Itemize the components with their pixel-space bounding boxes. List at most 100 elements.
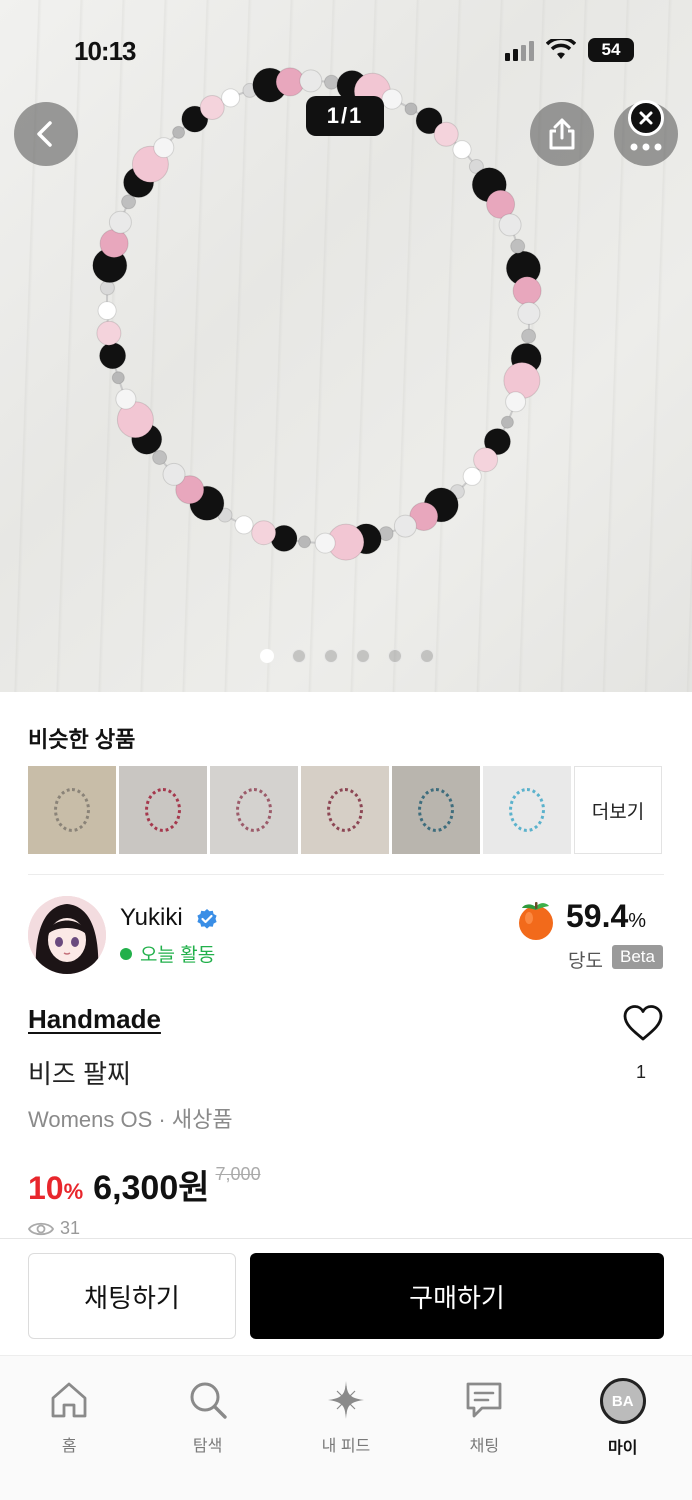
search-icon bbox=[190, 1382, 227, 1419]
pagination-dot[interactable] bbox=[356, 649, 370, 663]
pagination-dot[interactable] bbox=[260, 649, 274, 663]
persimmon-icon bbox=[519, 902, 553, 940]
heart-icon[interactable] bbox=[622, 1004, 664, 1042]
bead bbox=[505, 391, 527, 413]
price-row: 10% 6,300원 7,000 bbox=[28, 1160, 261, 1209]
bead bbox=[521, 328, 537, 344]
tab-home[interactable]: 홈 bbox=[0, 1356, 138, 1500]
tab-feed-label: 내 피드 bbox=[321, 1438, 371, 1455]
home-icon bbox=[51, 1382, 87, 1418]
bead bbox=[172, 125, 186, 139]
bead bbox=[251, 520, 277, 546]
bead bbox=[108, 210, 132, 234]
bead bbox=[510, 238, 526, 254]
tab-feed[interactable]: 내 피드 bbox=[277, 1356, 415, 1500]
activity-status: 오늘 활동 bbox=[120, 940, 215, 967]
tab-my[interactable]: BA 마이 bbox=[554, 1356, 692, 1500]
bead bbox=[512, 276, 542, 306]
see-more-button[interactable]: 더보기 bbox=[574, 766, 662, 854]
chat-icon bbox=[466, 1382, 502, 1418]
view-count: 31 bbox=[28, 1218, 80, 1239]
bead bbox=[314, 532, 336, 554]
similar-product-thumbnail[interactable] bbox=[483, 766, 571, 854]
sale-price: 6,300원 bbox=[93, 1169, 210, 1207]
buy-button[interactable]: 구매하기 bbox=[250, 1253, 664, 1339]
similar-product-thumbnail[interactable] bbox=[210, 766, 298, 854]
bracelet-thumbnail-image bbox=[54, 788, 90, 832]
bead bbox=[96, 320, 122, 346]
bead bbox=[298, 535, 311, 549]
brand-link[interactable]: Handmade bbox=[28, 1004, 161, 1035]
divider bbox=[28, 874, 664, 875]
seller-name[interactable]: Yukiki bbox=[120, 904, 183, 932]
battery-icon: 54 bbox=[588, 38, 634, 62]
online-dot-icon bbox=[120, 947, 132, 960]
bead bbox=[152, 450, 168, 465]
bead bbox=[498, 213, 522, 237]
chat-button[interactable]: 채팅하기 bbox=[28, 1253, 236, 1339]
signal-icon bbox=[505, 39, 534, 61]
share-icon bbox=[549, 118, 575, 150]
like-count: 1 bbox=[636, 1062, 647, 1082]
bottom-tab-bar: 홈 탐색 내 피드 채팅 BA 마이 bbox=[0, 1356, 692, 1500]
pagination-dot[interactable] bbox=[420, 649, 434, 663]
bead bbox=[473, 447, 499, 473]
bead bbox=[234, 515, 254, 535]
bracelet-thumbnail-image bbox=[327, 788, 363, 832]
bead bbox=[324, 74, 339, 90]
tab-search[interactable]: 탐색 bbox=[138, 1356, 276, 1500]
bead bbox=[503, 362, 541, 399]
bead bbox=[452, 140, 472, 160]
tab-my-label: 마이 bbox=[608, 1440, 638, 1457]
tab-chat[interactable]: 채팅 bbox=[415, 1356, 553, 1500]
product-image-gallery[interactable]: 10:13 54 1/1 bbox=[0, 0, 692, 692]
wifi-icon bbox=[546, 39, 576, 59]
bead bbox=[404, 102, 418, 116]
sweetness-unit: % bbox=[628, 910, 647, 932]
image-counter: 1/1 bbox=[306, 96, 384, 136]
sweetness-value: 59.4 bbox=[566, 898, 629, 934]
pagination-dots[interactable] bbox=[260, 649, 434, 663]
status-time: 10:13 bbox=[74, 36, 136, 66]
bead bbox=[115, 388, 137, 410]
bead bbox=[111, 371, 125, 385]
bead bbox=[500, 415, 514, 429]
pagination-dot[interactable] bbox=[324, 649, 338, 663]
similar-product-thumbnail[interactable] bbox=[119, 766, 207, 854]
back-button[interactable] bbox=[14, 102, 78, 166]
bead bbox=[393, 514, 417, 538]
share-button[interactable] bbox=[530, 102, 594, 166]
eye-icon bbox=[28, 1222, 54, 1235]
original-price: 7,000 bbox=[215, 1164, 261, 1184]
bead bbox=[99, 229, 129, 258]
my-avatar: BA bbox=[599, 1378, 646, 1424]
product-meta: Womens OS · 새상품 bbox=[28, 1107, 233, 1132]
close-button[interactable] bbox=[628, 100, 664, 136]
seller-avatar[interactable] bbox=[28, 896, 106, 974]
view-count-value: 31 bbox=[60, 1218, 81, 1238]
bracelet-thumbnail-image bbox=[509, 788, 545, 832]
close-icon bbox=[639, 111, 653, 125]
bead bbox=[99, 342, 127, 370]
activity-label: 오늘 활동 bbox=[140, 945, 216, 966]
product-title: 비즈 팔찌 bbox=[28, 1059, 131, 1089]
bead bbox=[99, 280, 115, 296]
similar-products-list: 더보기 bbox=[28, 766, 662, 854]
bracelet-thumbnail-image bbox=[236, 788, 272, 832]
pagination-dot[interactable] bbox=[292, 649, 306, 663]
similar-product-thumbnail[interactable] bbox=[28, 766, 116, 854]
similar-products-title: 비슷한 상품 bbox=[28, 727, 136, 752]
bead bbox=[462, 466, 482, 486]
status-icons: 54 bbox=[505, 38, 634, 62]
tab-search-label: 탐색 bbox=[192, 1438, 223, 1455]
sweetness-label: 당도 bbox=[568, 951, 603, 972]
bead bbox=[162, 462, 186, 486]
sweetness-score: 59.4% bbox=[566, 898, 646, 935]
tab-home-label: 홈 bbox=[61, 1438, 77, 1455]
similar-product-thumbnail[interactable] bbox=[392, 766, 480, 854]
bracelet-thumbnail-image bbox=[418, 788, 454, 832]
pagination-dot[interactable] bbox=[388, 649, 402, 663]
similar-product-thumbnail[interactable] bbox=[301, 766, 389, 854]
beta-badge: Beta bbox=[612, 945, 663, 969]
bead bbox=[97, 301, 117, 321]
